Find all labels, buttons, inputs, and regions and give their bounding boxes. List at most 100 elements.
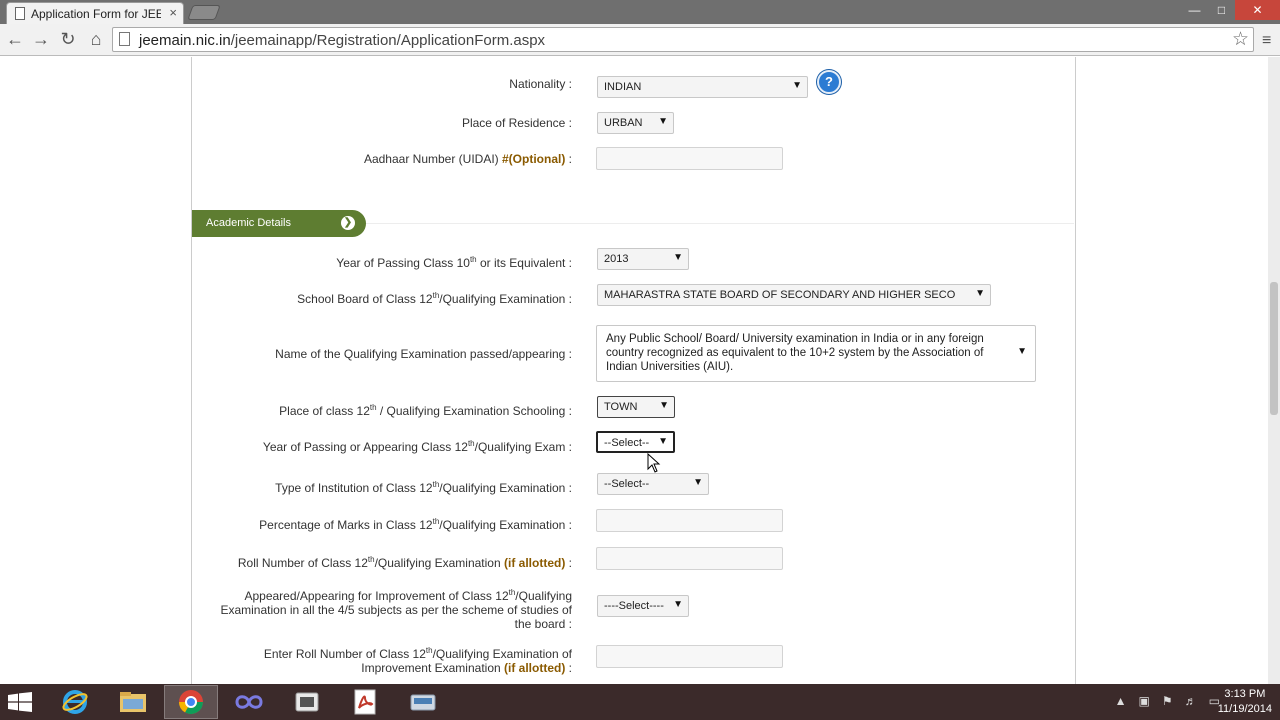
year10-select[interactable]: 2013 ▼	[597, 248, 689, 270]
maximize-icon[interactable]: □	[1208, 0, 1235, 20]
folder-logo	[120, 692, 146, 712]
improvement-label-b: /Qualifying	[515, 589, 572, 603]
flag-icon[interactable]: ⚑	[1162, 694, 1173, 708]
infinity-app-icon[interactable]	[222, 685, 276, 719]
tab-close-icon[interactable]: ×	[169, 5, 177, 20]
nationality-value: INDIAN	[604, 81, 642, 93]
close-window-icon[interactable]: ✕	[1235, 0, 1280, 20]
bookmark-star-icon[interactable]: ☆	[1232, 28, 1249, 51]
year10-label-b: or its Equivalent :	[476, 256, 572, 270]
page-icon	[15, 7, 25, 20]
back-icon[interactable]: ←	[4, 28, 26, 50]
show-hidden-icons-icon[interactable]: ▲	[1115, 694, 1127, 708]
network-icon[interactable]: ▣	[1139, 694, 1150, 708]
page-viewport: Nationality : INDIAN ▼ ? Place of Reside…	[0, 57, 1268, 684]
url-text: jeemain.nic.in/jeemainapp/Registration/A…	[139, 32, 545, 49]
chrome-icon[interactable]	[164, 685, 218, 719]
clock[interactable]: 3:13 PM 11/19/2014	[1218, 687, 1272, 717]
roll-label-sup: th	[367, 555, 375, 564]
volume-icon[interactable]: ♬	[1185, 694, 1197, 708]
year12-label-a: Year of Passing or Appearing Class 12	[262, 440, 468, 454]
improvement-label-line3: the board :	[514, 617, 572, 631]
file-explorer-icon[interactable]	[106, 685, 160, 719]
year10-label-sup: th	[469, 255, 477, 264]
board12-label-a: School Board of Class 12	[297, 292, 433, 306]
institution-label-b: /Qualifying Examination :	[439, 481, 572, 495]
media-icon[interactable]	[280, 685, 334, 719]
dropdown-arrow-icon: ▼	[658, 436, 668, 447]
place12-label-b: / Qualifying Examination Schooling :	[376, 404, 572, 418]
taskbar: ▲ ▣ ⚑ ♬ ▭ 3:13 PM 11/19/2014	[0, 684, 1280, 720]
board12-label-b: /Qualifying Examination :	[439, 292, 572, 306]
new-tab-button[interactable]	[187, 5, 221, 20]
board12-value: MAHARASTRA STATE BOARD OF SECONDARY AND …	[604, 289, 956, 301]
qualifying-name-select[interactable]: Any Public School/ Board/ University exa…	[596, 325, 1036, 382]
media-logo	[295, 692, 319, 712]
improvement-roll-label: Enter Roll Number of Class 12th/Qualifyi…	[264, 644, 572, 675]
improvement-roll-label-a: Enter Roll Number of Class 12	[263, 647, 426, 661]
system-tray: ▲ ▣ ⚑ ♬ ▭	[1115, 694, 1220, 708]
year10-label-a: Year of Passing Class 10	[336, 256, 470, 270]
clock-time: 3:13 PM	[1224, 688, 1266, 700]
url-host: jeemain.nic.in	[139, 32, 231, 49]
roll-input[interactable]	[596, 547, 783, 570]
place12-select[interactable]: TOWN ▼	[597, 396, 675, 418]
page-scrollbar[interactable]	[1268, 57, 1280, 684]
mouse-cursor-icon	[647, 453, 661, 473]
pdf-icon[interactable]	[338, 685, 392, 719]
academic-details-header[interactable]: Academic Details ❯	[192, 210, 366, 237]
place12-label-a: Place of class 12	[279, 404, 370, 418]
aadhaar-label: Aadhaar Number (UIDAI) #(Optional) :	[364, 152, 572, 166]
residence-select[interactable]: URBAN ▼	[597, 112, 674, 134]
institution-select[interactable]: --Select-- ▼	[597, 473, 709, 495]
percentage-input[interactable]	[596, 509, 783, 532]
internet-explorer-icon[interactable]	[48, 685, 102, 719]
windows-start-icon[interactable]	[8, 692, 32, 712]
improvement-label-a: Appeared/Appearing for Improvement of Cl…	[244, 589, 509, 603]
qualifying-name-value: Any Public School/ Board/ University exa…	[606, 333, 984, 373]
window-controls: — □ ✕	[1181, 0, 1280, 20]
address-bar[interactable]: jeemain.nic.in/jeemainapp/Registration/A…	[112, 27, 1254, 52]
dropdown-arrow-icon: ▼	[792, 80, 802, 91]
reload-icon[interactable]: ↻	[57, 28, 79, 50]
url-path: /jeemainapp/Registration/ApplicationForm…	[230, 32, 546, 49]
improvement-value: ----Select----	[604, 600, 664, 612]
page-icon	[119, 32, 130, 46]
aadhaar-input[interactable]	[596, 147, 783, 170]
place12-label-sup: th	[369, 403, 377, 412]
improvement-select[interactable]: ----Select---- ▼	[597, 595, 689, 617]
dropdown-arrow-icon: ▼	[1017, 346, 1027, 357]
scrollbar-thumb[interactable]	[1270, 282, 1278, 415]
place12-value: TOWN	[604, 401, 638, 413]
section-divider	[366, 223, 1074, 224]
improvement-roll-input[interactable]	[596, 645, 783, 668]
home-icon[interactable]: ⌂	[85, 28, 107, 50]
nationality-select[interactable]: INDIAN ▼	[597, 76, 808, 98]
browser-tab[interactable]: Application Form for JEE(I ×	[6, 2, 184, 24]
minimize-icon[interactable]: —	[1181, 0, 1208, 20]
roll-optional-tag: (if allotted)	[504, 556, 566, 570]
help-icon[interactable]: ?	[817, 70, 841, 94]
section-title: Academic Details	[206, 217, 291, 229]
board12-label: School Board of Class 12th/Qualifying Ex…	[297, 289, 572, 306]
residence-value: URBAN	[604, 117, 643, 129]
forward-icon[interactable]: →	[30, 28, 52, 50]
roll-label: Roll Number of Class 12th/Qualifying Exa…	[238, 553, 572, 570]
improvement-label: Appeared/Appearing for Improvement of Cl…	[220, 586, 572, 631]
nationality-label: Nationality :	[509, 77, 572, 91]
improvement-label-line2: Examination in all the 4/5 subjects as p…	[220, 603, 572, 617]
year12-label-b: /Qualifying Exam :	[474, 440, 572, 454]
year12-select[interactable]: --Select-- ▼	[596, 431, 675, 453]
improvement-roll-optional-tag: (if allotted)	[504, 661, 566, 675]
roll-label-a: Roll Number of Class 12	[237, 556, 368, 570]
dropdown-arrow-icon: ▼	[693, 477, 703, 488]
chevron-right-circle-icon: ❯	[341, 216, 355, 230]
residence-label: Place of Residence :	[461, 116, 572, 130]
chrome-menu-icon[interactable]: ≡	[1262, 32, 1271, 50]
board12-select[interactable]: MAHARASTRA STATE BOARD OF SECONDARY AND …	[597, 284, 991, 306]
year10-value: 2013	[604, 253, 629, 265]
scanner-icon[interactable]	[396, 685, 450, 719]
clock-date: 11/19/2014	[1217, 703, 1272, 715]
year12-label: Year of Passing or Appearing Class 12th/…	[263, 437, 572, 454]
tab-title: Application Form for JEE(I	[31, 7, 161, 21]
